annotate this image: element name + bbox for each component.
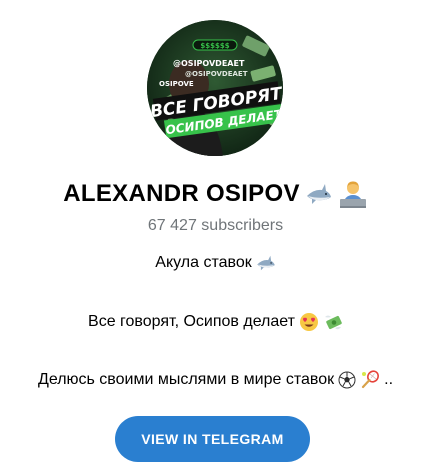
heart-eyes-emoji-icon — [299, 312, 319, 332]
description-text-2: Все говорят, Осипов делает — [88, 313, 295, 330]
money-with-wings-icon — [323, 313, 343, 331]
channel-name: ALEXANDR OSIPOV — [63, 180, 300, 207]
view-in-telegram-button[interactable]: VIEW IN TELEGRAM — [115, 416, 310, 462]
description-line-1: Акула ставок — [0, 251, 431, 275]
subscriber-count: 67 427 subscribers — [147, 217, 284, 234]
man-technologist-icon — [338, 180, 368, 208]
view-in-telegram-label: VIEW IN TELEGRAM — [141, 431, 284, 447]
avatar-badge: $$$$$$ — [200, 42, 229, 50]
avatar-handle-3: OSIPOVE — [159, 80, 194, 88]
avatar-handle: @OSIPOVDEAET — [173, 59, 245, 68]
channel-avatar: $$$$$$ @OSIPOVDEAET @OSIPOVDEAET OSIPOVE… — [147, 20, 283, 156]
description-text-1: Акула ставок — [155, 254, 252, 271]
description-text-3-suffix: .. — [384, 371, 394, 388]
description-text-3: Делюсь своими мыслями в мире ставок — [37, 371, 335, 388]
avatar-handle-2: @OSIPOVDEAET — [185, 70, 248, 78]
telegram-channel-preview: $$$$$$ @OSIPOVDEAET @OSIPOVDEAET OSIPOVE… — [0, 0, 431, 470]
shark-emoji-icon — [256, 255, 276, 271]
tennis-racket-icon — [360, 370, 380, 390]
description-line-2: Все говорят, Осипов делает — [0, 310, 431, 334]
soccer-ball-icon — [338, 371, 356, 389]
channel-title-row: ALEXANDR OSIPOV — [0, 174, 431, 214]
description-line-3: Делюсь своими мыслями в мире ставок .. — [0, 368, 431, 392]
shark-emoji-icon — [306, 183, 332, 205]
